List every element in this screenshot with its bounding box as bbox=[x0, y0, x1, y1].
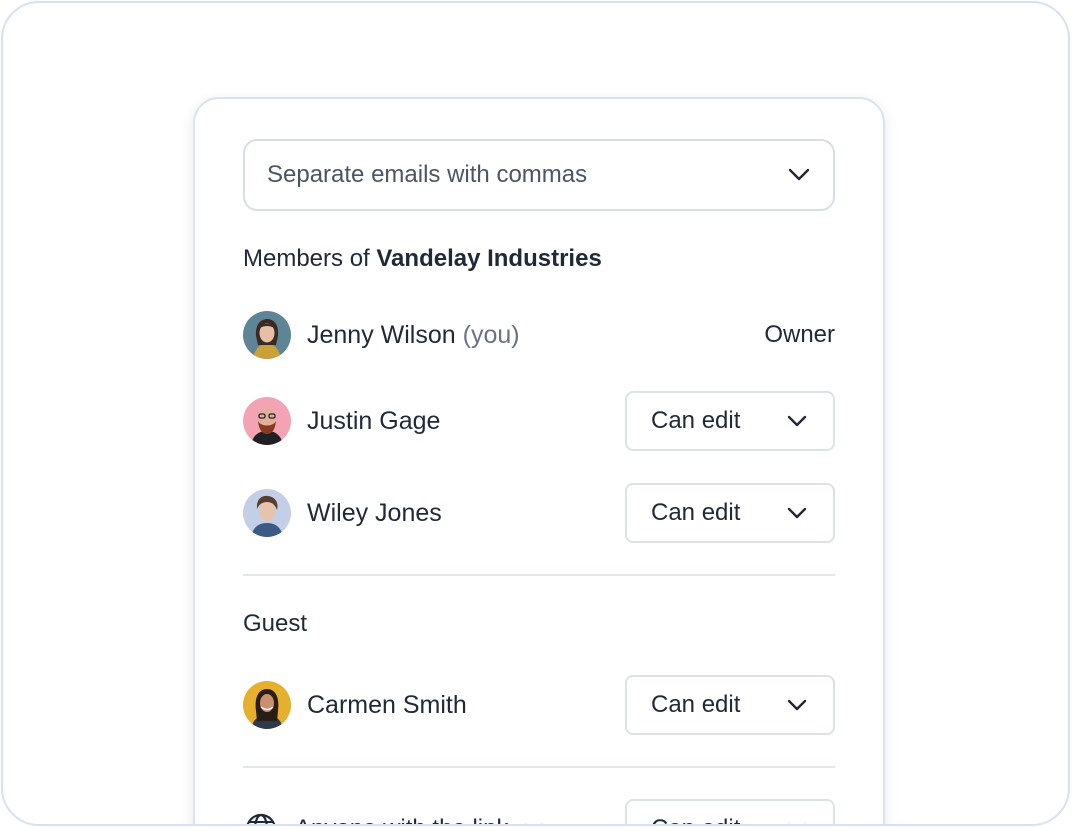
globe-icon bbox=[243, 811, 279, 824]
chevron-down-icon bbox=[522, 817, 546, 824]
you-tag: (you) bbox=[462, 320, 520, 349]
invite-email-input[interactable] bbox=[267, 161, 787, 189]
member-name-text: Jenny Wilson bbox=[307, 320, 456, 349]
role-dropdown[interactable]: Can edit bbox=[625, 483, 835, 543]
section-divider bbox=[243, 766, 835, 768]
invite-email-field[interactable] bbox=[243, 139, 835, 211]
member-row: Justin Gage Can edit bbox=[243, 391, 835, 451]
chevron-down-icon bbox=[785, 693, 809, 717]
members-heading-prefix: Members of bbox=[243, 245, 370, 272]
chevron-down-icon bbox=[785, 817, 809, 824]
role-dropdown-label: Can edit bbox=[651, 815, 785, 824]
org-name: Vandelay Industries bbox=[376, 245, 602, 272]
link-scope-dropdown[interactable]: Anyone with the link bbox=[243, 811, 625, 824]
role-dropdown[interactable]: Can edit bbox=[625, 391, 835, 451]
member-row: Jenny Wilson (you) Owner bbox=[243, 305, 835, 365]
role-dropdown-label: Can edit bbox=[651, 407, 741, 434]
link-role-dropdown[interactable]: Can edit bbox=[625, 799, 835, 824]
chevron-down-icon[interactable] bbox=[787, 163, 811, 187]
chevron-down-icon bbox=[785, 501, 809, 525]
avatar bbox=[243, 681, 291, 729]
members-heading: Members of Vandelay Industries bbox=[243, 245, 602, 273]
member-name: Jenny Wilson (you) bbox=[307, 321, 764, 350]
link-access-row: Anyone with the link Can edit bbox=[243, 799, 835, 824]
member-name: Justin Gage bbox=[307, 406, 441, 435]
share-panel: Members of Vandelay Industries Jenny Wil… bbox=[193, 97, 885, 824]
link-scope-label: Anyone with the link bbox=[295, 815, 508, 824]
role-dropdown-label: Can edit bbox=[651, 499, 741, 526]
role-dropdown[interactable]: Can edit bbox=[625, 675, 835, 735]
guest-name: Carmen Smith bbox=[307, 690, 467, 719]
owner-role-label: Owner bbox=[764, 321, 835, 348]
member-name: Wiley Jones bbox=[307, 498, 442, 527]
avatar bbox=[243, 489, 291, 537]
member-row: Wiley Jones Can edit bbox=[243, 483, 835, 543]
outer-frame: Members of Vandelay Industries Jenny Wil… bbox=[1, 1, 1070, 826]
role-dropdown-label: Can edit bbox=[651, 691, 741, 718]
avatar bbox=[243, 397, 291, 445]
section-divider bbox=[243, 574, 835, 576]
avatar bbox=[243, 311, 291, 359]
chevron-down-icon bbox=[785, 409, 809, 433]
guest-row: Carmen Smith Can edit bbox=[243, 675, 835, 735]
guest-heading: Guest bbox=[243, 610, 308, 637]
